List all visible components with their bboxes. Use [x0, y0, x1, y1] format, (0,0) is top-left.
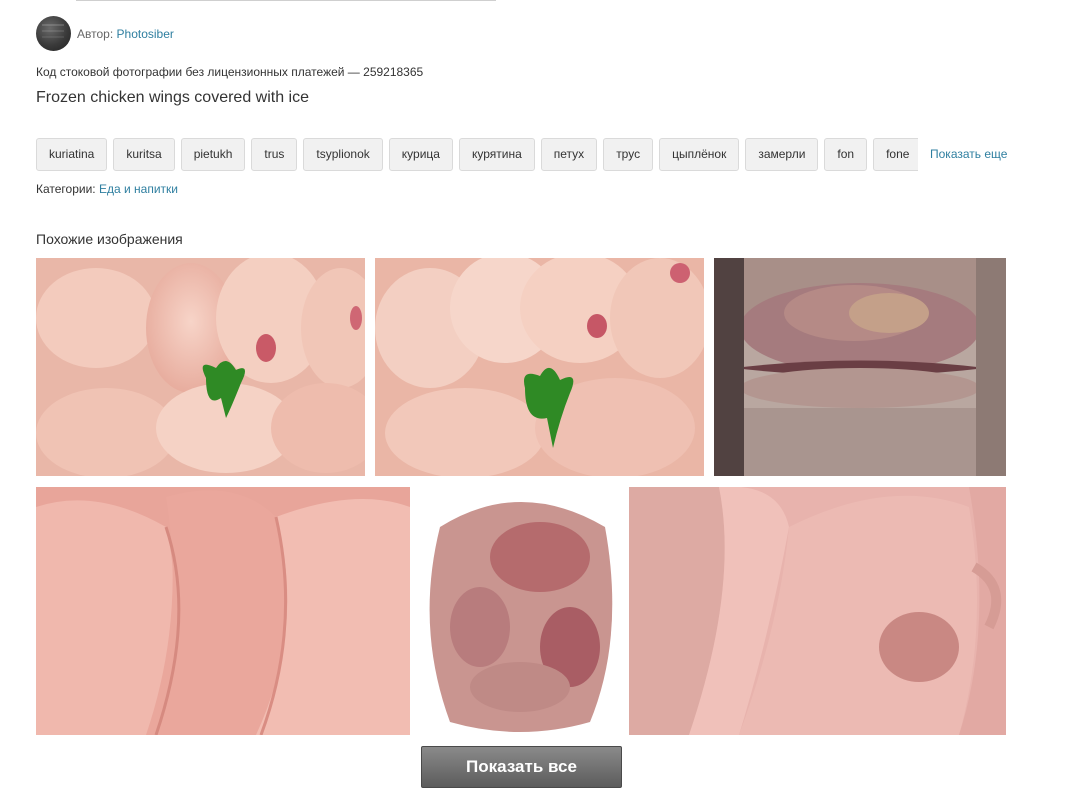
tag[interactable]: петух — [540, 138, 598, 171]
tag[interactable]: цыплёнок — [659, 138, 740, 171]
tag[interactable]: fone — [873, 138, 918, 171]
similar-image-thumbnail[interactable] — [714, 258, 1006, 476]
tag[interactable]: fon — [824, 138, 868, 171]
tag[interactable]: trus — [251, 138, 298, 171]
similar-image-thumbnail[interactable] — [420, 487, 619, 735]
author-avatar[interactable] — [36, 16, 71, 51]
tag[interactable]: kuritsa — [113, 138, 175, 171]
tag[interactable]: pietukh — [180, 138, 246, 171]
top-divider — [76, 0, 496, 1]
tag[interactable]: tsyplionok — [303, 138, 383, 171]
tag[interactable]: курица — [388, 138, 453, 171]
tag[interactable]: трус — [603, 138, 654, 171]
category-link[interactable]: Еда и напитки — [99, 182, 178, 196]
author-link[interactable]: Photosiber — [117, 27, 174, 41]
categories-line: Категории: Еда и напитки — [36, 182, 178, 196]
stock-code: Код стоковой фотографии без лицензионных… — [36, 65, 424, 79]
similar-image-thumbnail[interactable] — [36, 258, 365, 476]
similar-image-thumbnail[interactable] — [36, 487, 410, 735]
categories-label: Категории: — [36, 182, 96, 196]
author-label: Автор: — [77, 27, 114, 41]
tag-list: kuriatina kuritsa pietukh trus tsypliono… — [36, 138, 918, 171]
show-more-tags-link[interactable]: Показать еще — [930, 147, 1007, 161]
similar-images-heading: Похожие изображения — [36, 231, 183, 247]
similar-image-thumbnail[interactable] — [629, 487, 1006, 735]
tag[interactable]: курятина — [458, 138, 535, 171]
photo-title: Frozen chicken wings covered with ice — [36, 89, 310, 106]
tag[interactable]: kuriatina — [36, 138, 108, 171]
tag[interactable]: замерли — [745, 138, 819, 171]
author-line: Автор: Photosiber — [77, 27, 174, 41]
show-all-button[interactable]: Показать все — [421, 746, 622, 788]
similar-image-thumbnail[interactable] — [375, 258, 704, 476]
